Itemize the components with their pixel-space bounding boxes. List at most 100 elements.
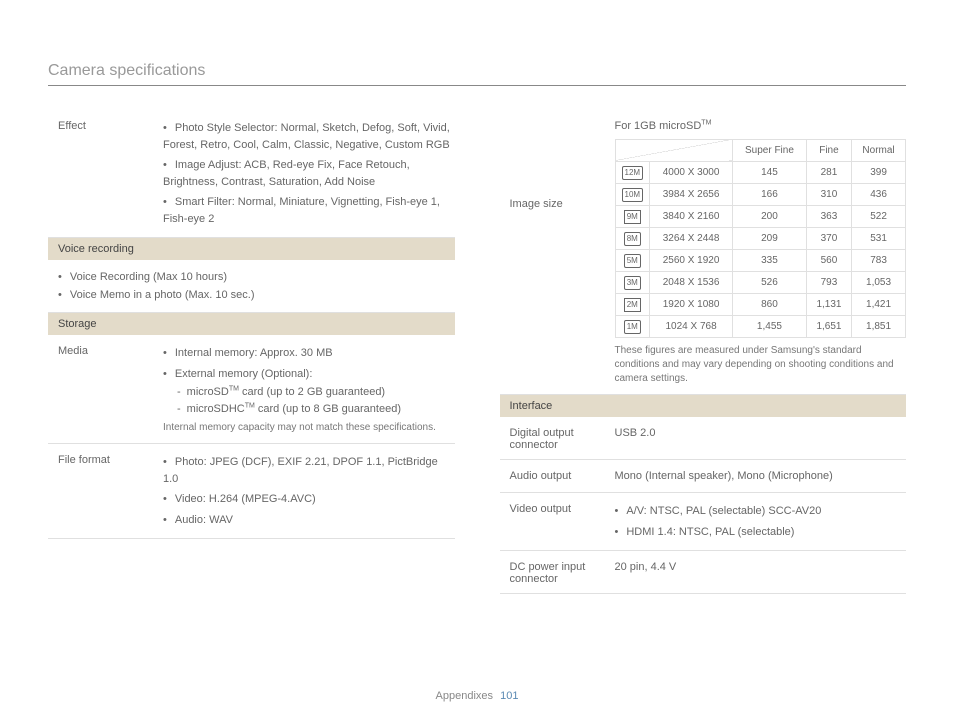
mp-icon: 2M: [624, 298, 641, 312]
table-cell: 860: [733, 293, 807, 315]
audio-output-row: Audio output Mono (Internal speaker), Mo…: [500, 460, 907, 494]
table-row: 9M3840 X 2160200363522: [615, 205, 906, 227]
image-size-value: For 1GB microSDTM Super Fine Fine Normal…: [615, 118, 907, 386]
title-underline: [48, 85, 906, 86]
audio-output-label: Audio output: [510, 468, 615, 485]
page-number: 101: [500, 690, 518, 702]
table-cell: 1,851: [852, 315, 906, 337]
image-size-caption: For 1GB microSDTM: [615, 118, 907, 139]
mp-icon: 9M: [624, 210, 641, 224]
right-column: Image size For 1GB microSDTM Super Fine …: [500, 110, 907, 594]
table-cell: 1,651: [806, 315, 851, 337]
table-cell: 526: [733, 271, 807, 293]
table-row: 1M 1024 X 7681,4551,6511,851: [615, 315, 906, 337]
dc-power-label: DC power input connector: [510, 559, 615, 585]
image-size-note: These figures are measured under Samsung…: [615, 338, 907, 386]
digital-output-value: USB 2.0: [615, 425, 907, 451]
table-row: 12M 4000 X 3000145281399: [615, 161, 906, 183]
effect-item: Smart Filter: Normal, Miniature, Vignett…: [163, 192, 455, 229]
video-output-item: A/V: NTSC, PAL (selectable) SCC-AV20: [615, 501, 907, 522]
table-row: 3M2048 X 15365267931,053: [615, 271, 906, 293]
effect-item: Image Adjust: ACB, Red-eye Fix, Face Ret…: [163, 155, 455, 192]
table-cell: 2048 X 1536: [650, 271, 733, 293]
effect-value: Photo Style Selector: Normal, Sketch, De…: [163, 118, 455, 229]
interface-header: Interface: [500, 395, 907, 417]
table-cell: 335: [733, 249, 807, 271]
file-format-value: Photo: JPEG (DCF), EXIF 2.21, DPOF 1.1, …: [163, 452, 455, 530]
table-header-f: Fine: [806, 139, 851, 161]
media-note: Internal memory capacity may not match t…: [163, 417, 455, 435]
mp-icon-cell: 3M: [615, 271, 650, 293]
table-cell: 531: [852, 227, 906, 249]
mp-icon: 8M: [624, 232, 641, 246]
table-cell: 370: [806, 227, 851, 249]
mp-icon: 10M: [622, 188, 644, 202]
table-cell: 1024 X 768: [650, 315, 733, 337]
effect-label: Effect: [58, 118, 163, 229]
mp-icon: 12M: [622, 166, 644, 180]
table-cell: 1,421: [852, 293, 906, 315]
file-format-label: File format: [58, 452, 163, 530]
left-column: Effect Photo Style Selector: Normal, Ske…: [48, 110, 455, 594]
image-size-table: Super Fine Fine Normal 12M4000 X 3000145…: [615, 139, 907, 338]
table-header-sf: Super Fine: [733, 139, 807, 161]
audio-output-value: Mono (Internal speaker), Mono (Microphon…: [615, 468, 907, 485]
video-output-item: HDMI 1.4: NTSC, PAL (selectable): [615, 522, 907, 543]
table-row: 10M3984 X 2656166310436: [615, 183, 906, 205]
mp-icon-cell: 10M: [615, 183, 650, 205]
table-cell: 2560 X 1920: [650, 249, 733, 271]
mp-icon-cell: 9M: [615, 205, 650, 227]
table-cell: 310: [806, 183, 851, 205]
table-cell: 166: [733, 183, 807, 205]
table-cell: 200: [733, 205, 807, 227]
media-item: External memory (Optional):: [163, 364, 455, 385]
image-size-label: Image size: [510, 118, 615, 210]
mp-icon-cell: 8M: [615, 227, 650, 249]
table-row: 2M 1920 X 10808601,1311,421: [615, 293, 906, 315]
table-cell: 209: [733, 227, 807, 249]
media-label: Media: [58, 343, 163, 435]
effect-item: Photo Style Selector: Normal, Sketch, De…: [163, 118, 455, 155]
table-cell: 4000 X 3000: [650, 161, 733, 183]
mp-icon: 5M: [624, 254, 641, 268]
content: Effect Photo Style Selector: Normal, Ske…: [48, 110, 906, 594]
table-cell: 436: [852, 183, 906, 205]
image-size-row: Image size For 1GB microSDTM Super Fine …: [500, 110, 907, 395]
digital-output-label: Digital output connector: [510, 425, 615, 451]
digital-output-row: Digital output connector USB 2.0: [500, 417, 907, 460]
voice-recording-header: Voice recording: [48, 238, 455, 260]
dc-power-value: 20 pin, 4.4 V: [615, 559, 907, 585]
table-cell: 281: [806, 161, 851, 183]
table-cell: 783: [852, 249, 906, 271]
mp-icon: 1M: [624, 320, 641, 334]
table-row: 5M2560 X 1920335560783: [615, 249, 906, 271]
mp-icon-cell: 12M: [615, 161, 650, 183]
voice-item: Voice Memo in a photo (Max. 10 sec.): [58, 286, 455, 304]
storage-header: Storage: [48, 313, 455, 335]
video-output-row: Video output A/V: NTSC, PAL (selectable)…: [500, 493, 907, 551]
media-value: Internal memory: Approx. 30 MB External …: [163, 343, 455, 435]
media-sub-item: microSDHCTM card (up to 8 GB guaranteed): [177, 401, 455, 418]
table-cell: 399: [852, 161, 906, 183]
table-cell: 1,131: [806, 293, 851, 315]
file-format-item: Photo: JPEG (DCF), EXIF 2.21, DPOF 1.1, …: [163, 452, 455, 489]
table-cell: 1,455: [733, 315, 807, 337]
video-output-label: Video output: [510, 501, 615, 542]
dc-power-row: DC power input connector 20 pin, 4.4 V: [500, 551, 907, 594]
table-cell: 522: [852, 205, 906, 227]
file-format-item: Audio: WAV: [163, 510, 455, 531]
table-cell: 145: [733, 161, 807, 183]
voice-item: Voice Recording (Max 10 hours): [58, 268, 455, 286]
mp-icon: 3M: [624, 276, 641, 290]
file-format-item: Video: H.264 (MPEG-4.AVC): [163, 489, 455, 510]
table-cell: 363: [806, 205, 851, 227]
table-row: 8M3264 X 2448209370531: [615, 227, 906, 249]
video-output-value: A/V: NTSC, PAL (selectable) SCC-AV20 HDM…: [615, 501, 907, 542]
page-title: Camera specifications: [48, 62, 205, 80]
media-sub-item: microSDTM card (up to 2 GB guaranteed): [177, 384, 455, 401]
table-cell: 1920 X 1080: [650, 293, 733, 315]
footer-label: Appendixes: [436, 690, 494, 702]
mp-icon-cell: 5M: [615, 249, 650, 271]
media-item: Internal memory: Approx. 30 MB: [163, 343, 455, 364]
media-row: Media Internal memory: Approx. 30 MB Ext…: [48, 335, 455, 444]
